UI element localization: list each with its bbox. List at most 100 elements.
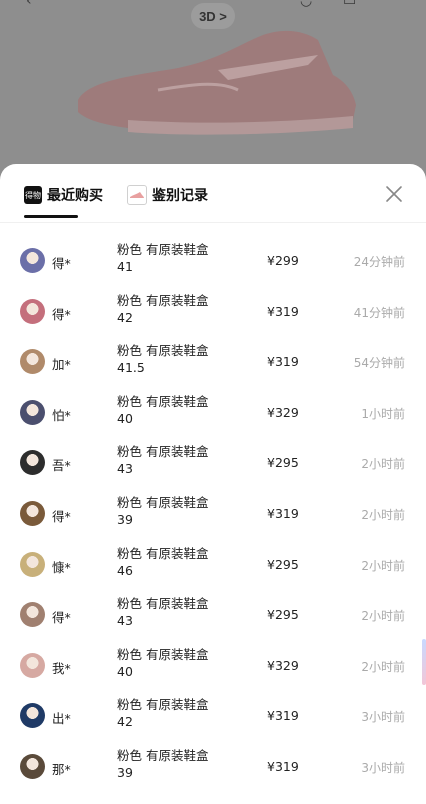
product-preview: ‹ ◡ ▭ 3D >	[0, 0, 426, 175]
avatar	[20, 248, 45, 273]
buyer-name: 那*	[52, 761, 71, 777]
spec-size: 43	[117, 461, 133, 477]
shoe-thumbnail-icon	[127, 185, 147, 205]
price: ¥319	[267, 758, 299, 774]
time-ago: 3小时前	[361, 710, 405, 725]
tab-recent-purchase-label: 最近购买	[47, 188, 103, 204]
buyer-name: 得*	[52, 306, 71, 322]
tab-authentication-record[interactable]: 鉴别记录	[127, 184, 208, 206]
purchase-row: 吾* 粉色 有原装鞋盒 43 ¥295 2小时前	[0, 439, 426, 490]
dewu-logo-icon: 得物	[24, 186, 42, 204]
product-spec: 粉色 有原装鞋盒 42	[117, 696, 208, 730]
spec-color-box: 粉色 有原装鞋盒	[117, 494, 209, 510]
buyer-name: 怕*	[52, 407, 71, 423]
avatar	[20, 753, 45, 779]
purchase-row: 我* 粉色 有原装鞋盒 40 ¥329 2小时前	[0, 642, 426, 693]
spec-size: 40	[117, 663, 133, 679]
price: ¥295	[267, 607, 299, 623]
purchase-row: 得* 粉色 有原装鞋盒 42 ¥319 41分钟前	[0, 288, 426, 339]
purchase-row: 怕* 粉色 有原装鞋盒 40 ¥329 1小时前	[0, 389, 426, 440]
price: ¥319	[267, 303, 299, 319]
product-spec: 粉色 有原装鞋盒 39	[117, 747, 208, 781]
recent-purchase-sheet: 得物 最近购买 鉴别记录 得* 粉色 有原装鞋盒 41 ¥299 24分钟前 得…	[0, 164, 426, 804]
product-spec: 粉色 有原装鞋盒 41	[117, 241, 208, 275]
time-ago: 2小时前	[361, 659, 405, 674]
price: ¥319	[267, 505, 299, 521]
spec-size: 39	[117, 511, 133, 527]
spec-color-box: 粉色 有原装鞋盒	[117, 697, 209, 713]
buyer-name: 得*	[52, 508, 71, 524]
product-spec: 粉色 有原装鞋盒 42	[117, 292, 208, 326]
spec-color-box: 粉色 有原装鞋盒	[117, 393, 209, 409]
spec-size: 42	[117, 309, 133, 325]
time-ago: 1小时前	[361, 406, 405, 421]
product-spec: 粉色 有原装鞋盒 41.5	[117, 342, 208, 376]
buyer-name: 出*	[52, 711, 71, 727]
back-icon[interactable]: ‹	[26, 0, 32, 8]
product-spec: 粉色 有原装鞋盒 40	[117, 393, 208, 427]
spec-size: 41.5	[117, 360, 145, 376]
shoe-image	[78, 30, 356, 135]
spec-color-box: 粉色 有原装鞋盒	[117, 444, 209, 460]
active-tab-indicator	[24, 215, 78, 218]
product-spec: 粉色 有原装鞋盒 43	[117, 595, 208, 629]
dewu-logo-text: 得物	[25, 190, 41, 200]
buyer-name: 慷*	[52, 559, 71, 575]
spec-size: 42	[117, 714, 133, 730]
purchase-row: 慷* 粉色 有原装鞋盒 46 ¥295 2小时前	[0, 541, 426, 592]
spec-size: 39	[117, 764, 133, 780]
spec-color-box: 粉色 有原装鞋盒	[117, 242, 209, 257]
time-ago: 2小时前	[361, 457, 405, 472]
price: ¥319	[267, 354, 299, 370]
price: ¥329	[267, 404, 299, 420]
time-ago: 2小时前	[361, 507, 405, 522]
purchase-row: 得* 粉色 有原装鞋盒 39 ¥319 2小时前	[0, 490, 426, 541]
spec-color-box: 粉色 有原装鞋盒	[117, 292, 209, 308]
spec-color-box: 粉色 有原装鞋盒	[117, 545, 209, 561]
spec-size: 40	[117, 410, 133, 426]
tab-bar: 得物 最近购买 鉴别记录	[0, 164, 426, 220]
avatar	[20, 652, 45, 678]
product-spec: 粉色 有原装鞋盒 43	[117, 443, 208, 477]
product-spec: 粉色 有原装鞋盒 40	[117, 646, 208, 680]
price: ¥319	[267, 708, 299, 724]
time-ago: 2小时前	[361, 558, 405, 573]
time-ago: 24分钟前	[353, 255, 405, 269]
buyer-name: 吾*	[52, 458, 71, 474]
spec-size: 43	[117, 613, 133, 629]
time-ago: 3小时前	[361, 760, 405, 775]
avatar	[20, 551, 45, 577]
purchase-row: 那* 粉色 有原装鞋盒 39 ¥319 3小时前	[0, 743, 426, 794]
purchase-row: 得* 粉色 有原装鞋盒 43 ¥295 2小时前	[0, 591, 426, 642]
spec-color-box: 粉色 有原装鞋盒	[117, 747, 209, 763]
avatar	[20, 298, 45, 324]
avatar	[20, 602, 45, 628]
time-ago: 41分钟前	[353, 305, 405, 320]
tab-recent-purchase[interactable]: 得物 最近购买	[24, 184, 103, 206]
price: ¥329	[267, 657, 299, 673]
buyer-name: 得*	[52, 610, 71, 626]
scroll-indicator[interactable]	[422, 639, 426, 685]
spec-size: 46	[117, 562, 133, 578]
avatar	[20, 703, 45, 729]
close-icon	[386, 186, 402, 202]
spec-color-box: 粉色 有原装鞋盒	[117, 646, 209, 662]
share-icon[interactable]: ◡	[300, 0, 312, 8]
spec-color-box: 粉色 有原装鞋盒	[117, 596, 209, 612]
spec-size: 41	[117, 259, 133, 274]
time-ago: 54分钟前	[353, 356, 405, 371]
cart-icon[interactable]: ▭	[343, 0, 356, 8]
close-button[interactable]	[384, 184, 404, 204]
spec-color-box: 粉色 有原装鞋盒	[117, 343, 209, 359]
purchase-row: 加* 粉色 有原装鞋盒 41.5 ¥319 54分钟前	[0, 338, 426, 389]
buyer-name: 我*	[52, 660, 71, 676]
time-ago: 2小时前	[361, 609, 405, 624]
purchase-row: 得* 粉色 有原装鞋盒 41 ¥299 24分钟前	[0, 237, 426, 288]
avatar	[20, 349, 45, 375]
buyer-name: 加*	[52, 357, 71, 373]
purchase-row: 出* 粉色 有原装鞋盒 42 ¥319 3小时前	[0, 692, 426, 743]
purchase-list: 得* 粉色 有原装鞋盒 41 ¥299 24分钟前 得* 粉色 有原装鞋盒 42…	[0, 237, 426, 794]
product-spec: 粉色 有原装鞋盒 46	[117, 545, 208, 579]
avatar	[20, 399, 45, 425]
price: ¥299	[267, 253, 299, 268]
